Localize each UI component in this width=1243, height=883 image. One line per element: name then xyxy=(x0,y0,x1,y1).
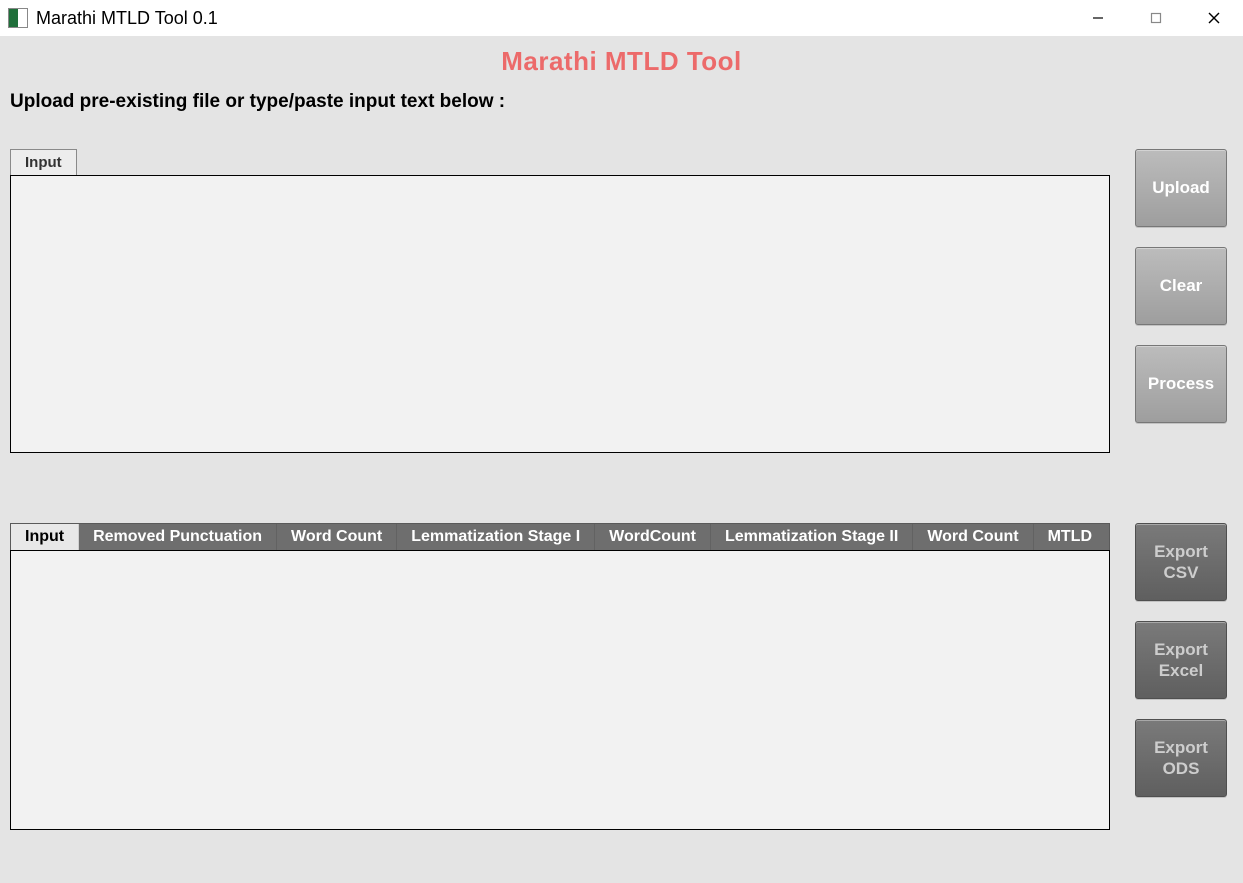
minimize-icon xyxy=(1091,11,1105,25)
export-button-column: Export CSV Export Excel Export ODS xyxy=(1135,523,1227,797)
maximize-button[interactable] xyxy=(1127,0,1185,36)
app-icon xyxy=(8,8,28,28)
tab-word-count-2[interactable]: Word Count xyxy=(913,524,1033,550)
output-column: Input Removed Punctuation Word Count Lem… xyxy=(10,523,1110,830)
input-pane xyxy=(10,175,1110,453)
app-window: Marathi MTLD Tool 0.1 Marathi MTLD Tool … xyxy=(0,0,1243,883)
maximize-icon xyxy=(1149,11,1163,25)
export-csv-button[interactable]: Export CSV xyxy=(1135,523,1227,601)
export-ods-button[interactable]: Export ODS xyxy=(1135,719,1227,797)
tab-lemmatization-1[interactable]: Lemmatization Stage I xyxy=(397,524,595,550)
tab-removed-punctuation[interactable]: Removed Punctuation xyxy=(79,524,277,550)
tab-mtld[interactable]: MTLD xyxy=(1034,524,1106,550)
input-section: Input Upload Clear Process xyxy=(10,149,1233,453)
window-controls xyxy=(1069,0,1243,36)
primary-button-column: Upload Clear Process xyxy=(1135,149,1227,423)
close-button[interactable] xyxy=(1185,0,1243,36)
page-title: Marathi MTLD Tool xyxy=(10,46,1233,77)
tab-word-count-1[interactable]: Word Count xyxy=(277,524,397,550)
window-title: Marathi MTLD Tool 0.1 xyxy=(36,8,218,29)
input-column: Input xyxy=(10,149,1110,453)
output-tab-strip: Input Removed Punctuation Word Count Lem… xyxy=(10,523,1110,550)
titlebar: Marathi MTLD Tool 0.1 xyxy=(0,0,1243,36)
tab-wordcount-joined[interactable]: WordCount xyxy=(595,524,711,550)
output-section: Input Removed Punctuation Word Count Lem… xyxy=(10,523,1233,830)
process-button[interactable]: Process xyxy=(1135,345,1227,423)
export-excel-button[interactable]: Export Excel xyxy=(1135,621,1227,699)
tab-lemmatization-2[interactable]: Lemmatization Stage II xyxy=(711,524,913,550)
client-area: Marathi MTLD Tool Upload pre-existing fi… xyxy=(0,36,1243,883)
tab-input[interactable]: Input xyxy=(10,149,77,175)
upload-button[interactable]: Upload xyxy=(1135,149,1227,227)
input-textarea[interactable] xyxy=(11,176,1109,452)
minimize-button[interactable] xyxy=(1069,0,1127,36)
close-icon xyxy=(1207,11,1221,25)
input-tab-strip: Input xyxy=(10,149,1110,175)
tab-output-input[interactable]: Input xyxy=(11,524,79,550)
output-pane xyxy=(10,550,1110,830)
clear-button[interactable]: Clear xyxy=(1135,247,1227,325)
instruction-text: Upload pre-existing file or type/paste i… xyxy=(10,91,1233,113)
output-textarea[interactable] xyxy=(11,551,1109,829)
